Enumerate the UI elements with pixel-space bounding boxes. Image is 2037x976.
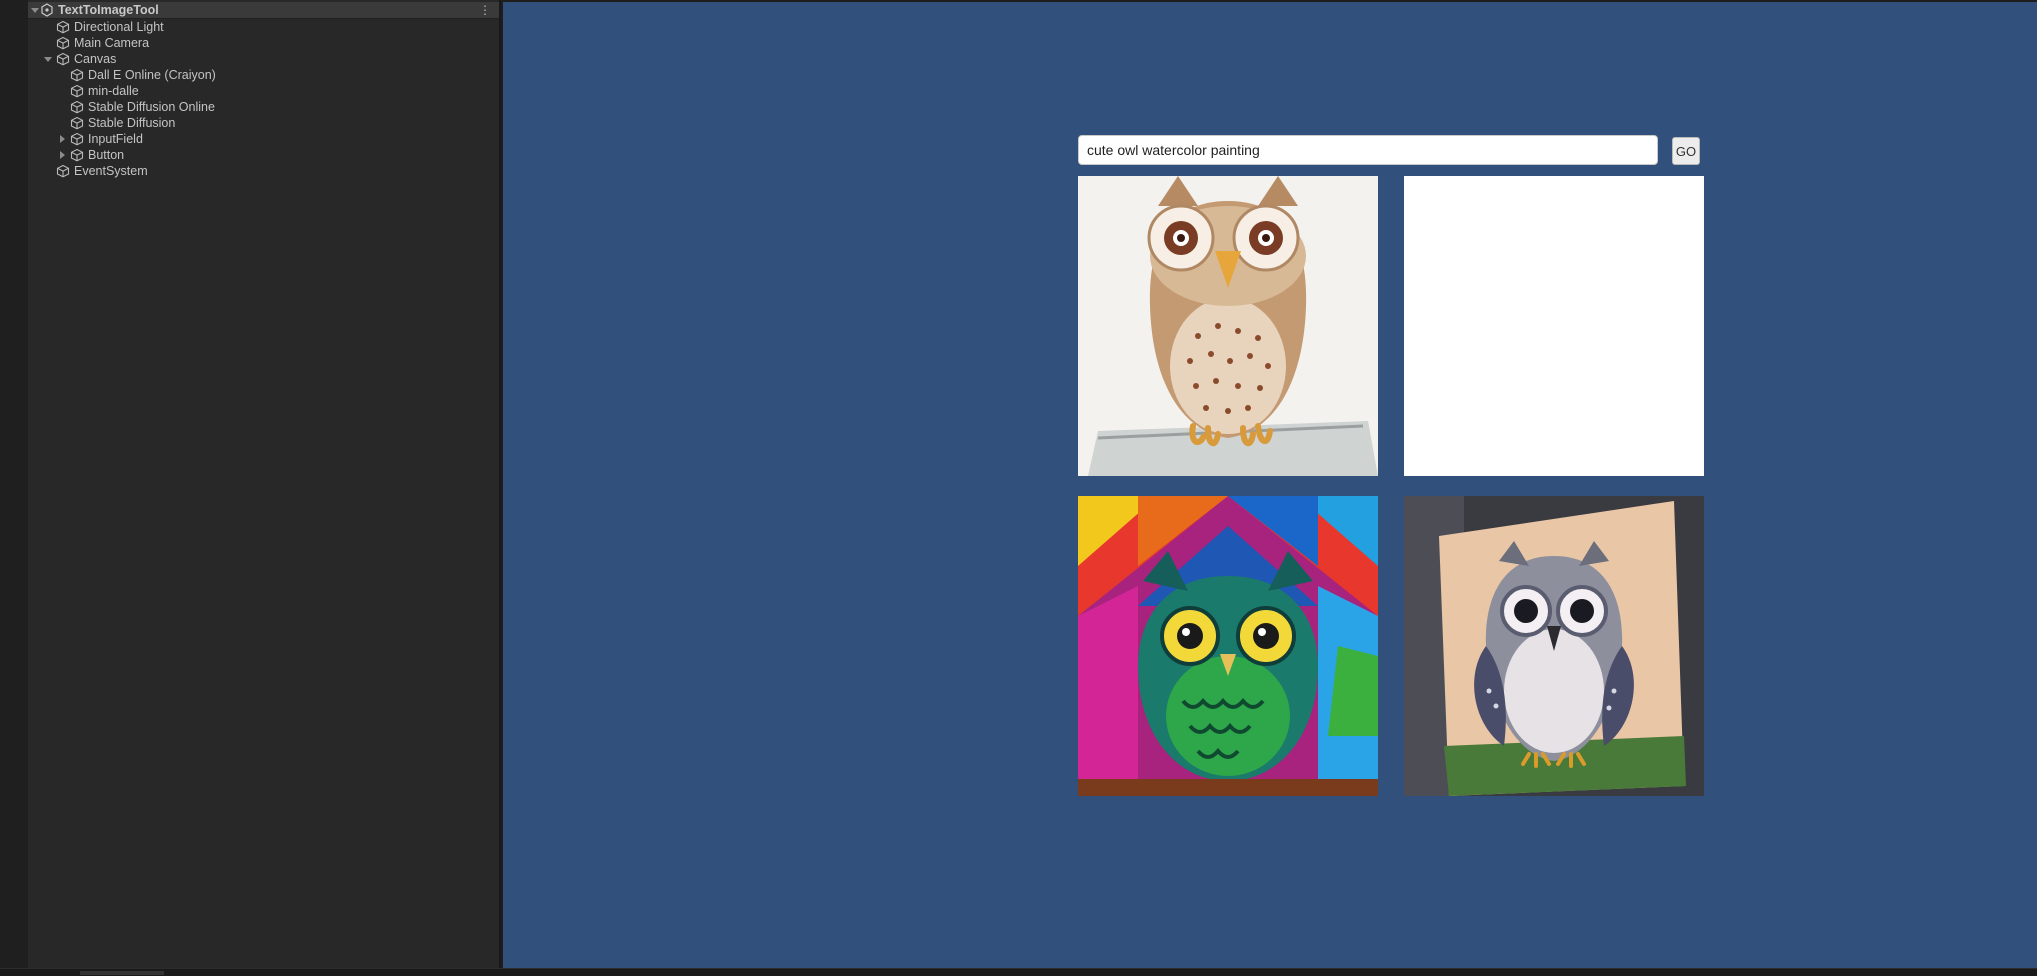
expand-arrow-icon[interactable] (30, 5, 40, 15)
gameobject-cube-icon (70, 100, 84, 114)
hierarchy-item-min-dalle[interactable]: min-dalle (70, 83, 139, 99)
hierarchy-item-stable-diffusion-online[interactable]: Stable Diffusion Online (70, 99, 215, 115)
hierarchy-item-label: Main Camera (74, 36, 150, 50)
game-view: GO (503, 2, 2037, 968)
hierarchy-item-label: Directional Light (74, 20, 164, 34)
hierarchy-item-directional-light[interactable]: Directional Light (56, 19, 164, 35)
expand-arrow-icon[interactable] (43, 54, 53, 64)
hierarchy-item-label: Stable Diffusion (88, 116, 176, 130)
hierarchy-item-canvas[interactable]: Canvas (43, 51, 116, 67)
prompt-input[interactable] (1078, 135, 1658, 165)
gameobject-cube-icon (70, 84, 84, 98)
status-bar (0, 968, 2037, 976)
hierarchy-item-stable-diffusion[interactable]: Stable Diffusion (70, 115, 175, 131)
hierarchy-item-label: InputField (88, 132, 143, 146)
hierarchy-item-button[interactable]: Button (57, 147, 124, 163)
owl-colorful-watercolor-image (1078, 496, 1378, 796)
go-button[interactable]: GO (1672, 137, 1700, 165)
unity-scene-icon (41, 3, 53, 17)
blank-white-image (1404, 176, 1704, 476)
gameobject-cube-icon (70, 68, 84, 82)
collapse-arrow-icon[interactable] (57, 150, 67, 160)
hierarchy-item-label: Dall E Online (Craiyon) (88, 68, 216, 82)
gameobject-cube-icon (56, 36, 70, 50)
gameobject-cube-icon (56, 52, 70, 66)
gameobject-cube-icon (70, 132, 84, 146)
gameobject-cube-icon (70, 116, 84, 130)
owl-gray-watercolor-image (1404, 496, 1704, 796)
hierarchy-item-label: min-dalle (88, 84, 139, 98)
hierarchy-item-label: EventSystem (74, 164, 148, 178)
hierarchy-item-label: Button (88, 148, 125, 162)
hierarchy-panel: TextToImageTool ⋮ Directional Light Main… (0, 0, 501, 970)
gameobject-cube-icon (56, 20, 70, 34)
collapse-arrow-icon[interactable] (57, 134, 67, 144)
hierarchy-item-eventsystem[interactable]: EventSystem (56, 163, 148, 179)
hierarchy-item-label: Canvas (74, 52, 117, 66)
hierarchy-item-inputfield[interactable]: InputField (57, 131, 143, 147)
hierarchy-gutter (0, 0, 28, 970)
hierarchy-item-dall-e-online[interactable]: Dall E Online (Craiyon) (70, 67, 216, 83)
gameobject-cube-icon (70, 148, 84, 162)
scene-root-row[interactable]: TextToImageTool ⋮ (28, 2, 499, 19)
owl-brown-watercolor-image (1078, 176, 1378, 476)
status-bar-tab[interactable] (80, 971, 164, 975)
gameobject-cube-icon (56, 164, 70, 178)
scene-title: TextToImageTool (58, 3, 159, 17)
hierarchy-item-main-camera[interactable]: Main Camera (56, 35, 149, 51)
more-options-icon[interactable]: ⋮ (479, 3, 491, 17)
hierarchy-item-label: Stable Diffusion Online (88, 100, 215, 114)
